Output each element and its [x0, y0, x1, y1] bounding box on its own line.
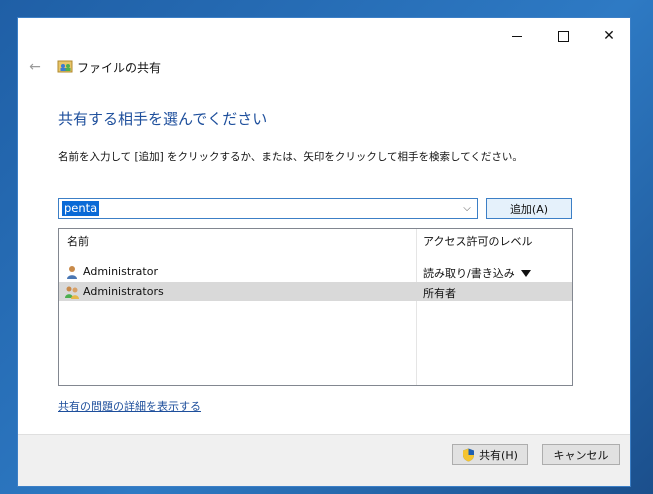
- close-button[interactable]: ✕: [586, 18, 632, 54]
- column-header-access[interactable]: アクセス許可のレベル: [423, 233, 532, 249]
- instruction-text: 名前を入力して [追加] をクリックするか、または、矢印をクリックして相手を検索…: [58, 151, 523, 163]
- list-row[interactable]: Administrators 所有者: [59, 282, 572, 301]
- minimize-button[interactable]: [494, 18, 540, 54]
- file-sharing-dialog: ✕ ← ファイルの共有 共有する相手を選んでください 名前を入力して [追加] …: [17, 17, 631, 487]
- group-icon: [65, 286, 79, 299]
- cancel-button[interactable]: キャンセル: [542, 444, 620, 465]
- back-arrow-icon: ←: [29, 59, 41, 75]
- page-heading: 共有する相手を選んでください: [58, 110, 268, 128]
- share-button[interactable]: 共有(H): [452, 444, 528, 465]
- chevron-down-icon[interactable]: ⌵: [461, 202, 473, 214]
- sharing-list: 名前 アクセス許可のレベル Administrator 読み取り/書き込み Ad…: [58, 228, 573, 386]
- access-level-value: 読み取り/書き込み: [423, 267, 515, 280]
- dropdown-arrow-icon[interactable]: [520, 269, 531, 277]
- uac-shield-icon: [463, 448, 475, 461]
- maximize-button[interactable]: [540, 18, 586, 54]
- row-name: Administrators: [83, 285, 164, 298]
- column-divider: [416, 229, 417, 385]
- user-icon: [67, 266, 77, 279]
- minimize-icon: [512, 35, 522, 37]
- list-row[interactable]: Administrator 読み取り/書き込み: [59, 262, 572, 281]
- file-sharing-icon: [57, 60, 73, 73]
- access-level-value: 所有者: [423, 287, 456, 300]
- titlebar: ✕: [18, 18, 630, 54]
- window-title: ファイルの共有: [77, 61, 162, 75]
- add-button-label: 追加(A): [509, 202, 549, 216]
- add-button[interactable]: 追加(A): [486, 198, 572, 219]
- list-header: 名前 アクセス許可のレベル: [59, 229, 572, 251]
- user-name-input-value[interactable]: penta: [62, 201, 100, 216]
- cancel-button-label: キャンセル: [553, 448, 609, 462]
- access-level-dropdown[interactable]: 読み取り/書き込み: [423, 265, 531, 281]
- maximize-icon: [557, 30, 569, 42]
- sharing-help-link[interactable]: 共有の問題の詳細を表示する: [58, 398, 201, 414]
- row-name: Administrator: [83, 265, 158, 278]
- share-button-label: 共有(H): [479, 448, 518, 462]
- back-button[interactable]: ←: [26, 58, 44, 76]
- column-header-name[interactable]: 名前: [67, 233, 89, 249]
- user-name-combobox[interactable]: penta ⌵: [58, 198, 478, 219]
- close-icon: ✕: [603, 28, 615, 44]
- navigation-row: ← ファイルの共有: [18, 56, 630, 80]
- footer-bar: [18, 434, 630, 486]
